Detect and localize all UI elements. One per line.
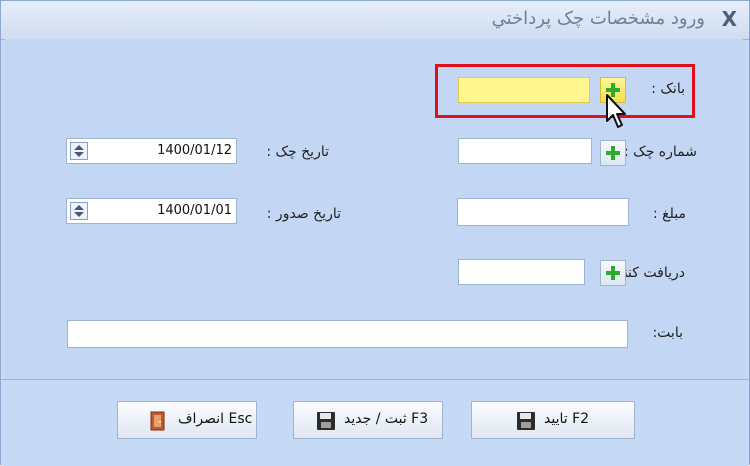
check-number-input[interactable]	[458, 138, 592, 164]
receiver-input[interactable]	[458, 259, 585, 285]
save-new-label: ثبت / جديد F3	[344, 411, 429, 427]
check-entry-dialog: X ورود مشخصات چک پرداختي بانک : شماره چک…	[0, 0, 750, 466]
mouse-cursor-icon	[606, 94, 626, 128]
title-bar: X ورود مشخصات چک پرداختي	[1, 1, 749, 40]
confirm-label: تاييد F2	[544, 411, 590, 427]
up-down-arrows-icon	[74, 205, 84, 217]
cancel-button[interactable]: انصراف Esc	[117, 401, 257, 439]
window-title: ورود مشخصات چک پرداختي	[491, 8, 705, 29]
add-receiver-button[interactable]	[600, 260, 626, 286]
plus-icon	[606, 266, 620, 280]
exit-door-icon	[150, 411, 165, 431]
amount-input[interactable]	[457, 198, 629, 226]
date-spinner[interactable]	[70, 202, 88, 220]
issue-date-value: 1400/01/01	[157, 203, 232, 218]
amount-label: مبلغ :	[653, 206, 686, 222]
description-input[interactable]	[67, 320, 628, 348]
check-date-value: 1400/01/12	[157, 143, 232, 158]
issue-date-input[interactable]: 1400/01/01	[66, 198, 237, 224]
save-new-button[interactable]: ثبت / جديد F3	[293, 401, 443, 439]
close-icon[interactable]: X	[722, 7, 737, 31]
date-spinner[interactable]	[70, 142, 88, 160]
up-down-arrows-icon	[74, 145, 84, 157]
plus-icon	[606, 146, 620, 160]
check-number-label: شماره چک :	[624, 144, 697, 160]
highlight-box	[435, 64, 695, 118]
confirm-button[interactable]: تاييد F2	[471, 401, 635, 439]
issue-date-label: تاريخ صدور :	[266, 206, 341, 222]
floppy-disk-icon	[317, 412, 335, 430]
check-date-input[interactable]: 1400/01/12	[66, 138, 237, 164]
description-label: بابت:	[652, 325, 683, 341]
add-check-number-button[interactable]	[600, 140, 626, 166]
cancel-label: انصراف Esc	[178, 411, 253, 427]
floppy-disk-icon	[517, 412, 535, 430]
check-date-label: تاريخ چک :	[266, 144, 329, 160]
